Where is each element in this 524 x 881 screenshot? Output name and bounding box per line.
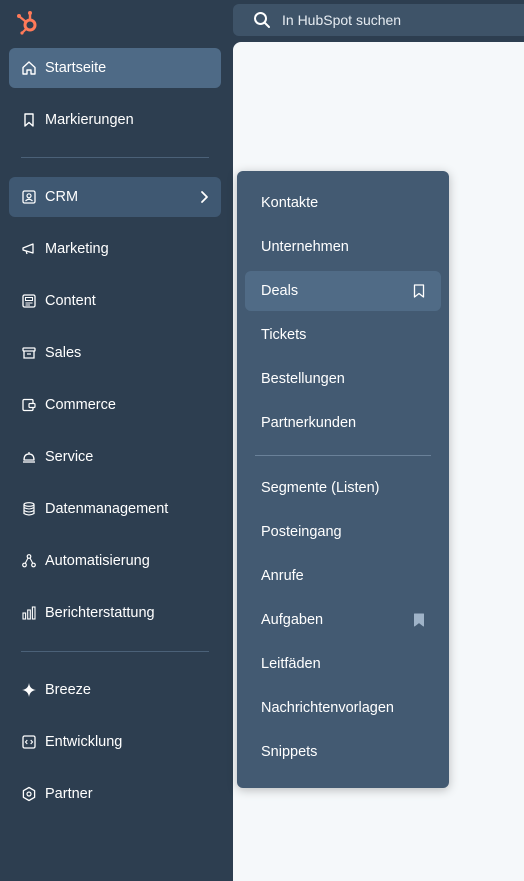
sidebar-divider <box>21 157 209 158</box>
sidebar-item-label: Commerce <box>45 397 116 413</box>
crm-menu-item-label: Bestellungen <box>261 371 345 387</box>
crm-menu-item-label: Deals <box>261 283 299 299</box>
sidebar-item-breeze[interactable]: Breeze <box>9 670 221 710</box>
bookmark-outline-icon[interactable] <box>413 284 425 298</box>
sidebar-item-label: Marketing <box>45 241 109 257</box>
crm-menu-item-label: Leitfäden <box>261 656 321 672</box>
sidebar-item-markierungen[interactable]: Markierungen <box>9 100 221 140</box>
bookmark-filled-icon[interactable] <box>413 613 425 627</box>
sidebar-item-startseite[interactable]: Startseite <box>9 48 221 88</box>
sidebar-item-label: Startseite <box>45 60 107 76</box>
hubspot-logo-icon[interactable] <box>14 8 42 36</box>
crm-menu-item-tickets[interactable]: Tickets <box>245 315 441 355</box>
sidebar-item-label: Partner <box>45 786 93 802</box>
crm-menu-item-label: Tickets <box>261 327 307 343</box>
crm-menu-item-label: Aufgaben <box>261 612 324 628</box>
service-bell-icon <box>21 449 37 465</box>
sidebar-item-label: Breeze <box>45 682 91 698</box>
sidebar-item-entwicklung[interactable]: Entwicklung <box>9 722 221 762</box>
search-input[interactable]: In HubSpot suchen <box>282 12 401 28</box>
sidebar-item-label: Sales <box>45 345 82 361</box>
sidebar-item-label: Markierungen <box>45 112 134 128</box>
sidebar-item-crm[interactable]: CRM <box>9 177 221 217</box>
crm-menu-item-label: Partnerkunden <box>261 415 357 431</box>
sidebar-item-service[interactable]: Service <box>9 437 221 477</box>
sidebar-divider <box>21 651 209 652</box>
crm-menu-item-deals[interactable]: Deals <box>245 271 441 311</box>
crm-menu-item-leitfaeden[interactable]: Leitfäden <box>245 644 441 684</box>
crm-menu-item-label: Snippets <box>261 744 318 760</box>
crm-menu-item-label: Kontakte <box>261 195 319 211</box>
sidebar-item-label: Content <box>45 293 96 309</box>
crm-menu-item-anrufe[interactable]: Anrufe <box>245 556 441 596</box>
sidebar-item-content[interactable]: Content <box>9 281 221 321</box>
sidebar-item-label: Automatisierung <box>45 553 150 569</box>
bar-chart-icon <box>21 605 37 621</box>
sidebar-item-sales[interactable]: Sales <box>9 333 221 373</box>
crm-menu-item-bestellungen[interactable]: Bestellungen <box>245 359 441 399</box>
sidebar-item-datenmanagement[interactable]: Datenmanagement <box>9 489 221 529</box>
sidebar-item-label: Berichterstattung <box>45 605 155 621</box>
sidebar-item-automatisierung[interactable]: Automatisierung <box>9 541 221 581</box>
crm-menu-item-label: Segmente (Listen) <box>261 480 380 496</box>
crm-menu-item-label: Posteingang <box>261 524 342 540</box>
crm-menu-divider <box>255 455 431 456</box>
bookmark-icon <box>21 112 37 128</box>
sidebar-item-label: CRM <box>45 189 79 205</box>
crm-menu-item-posteingang[interactable]: Posteingang <box>245 512 441 552</box>
sidebar-item-partner[interactable]: Partner <box>9 774 221 814</box>
crm-menu-item-snippets[interactable]: Snippets <box>245 732 441 772</box>
crm-menu-item-label: Nachrichtenvorlagen <box>261 700 394 716</box>
top-bar: In HubSpot suchen <box>0 0 524 42</box>
crm-menu-item-label: Anrufe <box>261 568 304 584</box>
crm-menu-item-kontakte[interactable]: Kontakte <box>245 183 441 223</box>
crm-menu-item-label: Unternehmen <box>261 239 349 255</box>
crm-menu-item-aufgaben[interactable]: Aufgaben <box>245 600 441 640</box>
sidebar-item-label: Service <box>45 449 94 465</box>
crm-menu-item-partnerkunden[interactable]: Partnerkunden <box>245 403 441 443</box>
megaphone-icon <box>21 241 37 257</box>
search-bar[interactable]: In HubSpot suchen <box>233 4 524 36</box>
sidebar-item-label: Datenmanagement <box>45 501 169 517</box>
sales-icon <box>21 345 37 361</box>
code-icon <box>21 734 37 750</box>
sidebar: Startseite Markierungen CRM Marketing Co… <box>0 42 233 881</box>
crm-menu-item-unternehmen[interactable]: Unternehmen <box>245 227 441 267</box>
sidebar-item-marketing[interactable]: Marketing <box>9 229 221 269</box>
contacts-icon <box>21 189 37 205</box>
sidebar-item-commerce[interactable]: Commerce <box>9 385 221 425</box>
partner-icon <box>21 786 37 802</box>
chevron-right-icon <box>197 190 211 204</box>
crm-menu-item-segmente[interactable]: Segmente (Listen) <box>245 468 441 508</box>
sidebar-item-label: Entwicklung <box>45 734 123 750</box>
home-icon <box>21 60 37 76</box>
automation-icon <box>21 553 37 569</box>
sparkle-icon <box>21 682 37 698</box>
crm-flyout-menu: Kontakte Unternehmen Deals Tickets Beste… <box>237 171 449 788</box>
sidebar-item-berichterstattung[interactable]: Berichterstattung <box>9 593 221 633</box>
crm-menu-item-nachrichtenvorlagen[interactable]: Nachrichtenvorlagen <box>245 688 441 728</box>
content-icon <box>21 293 37 309</box>
database-icon <box>21 501 37 517</box>
search-icon <box>253 11 271 29</box>
commerce-icon <box>21 397 37 413</box>
